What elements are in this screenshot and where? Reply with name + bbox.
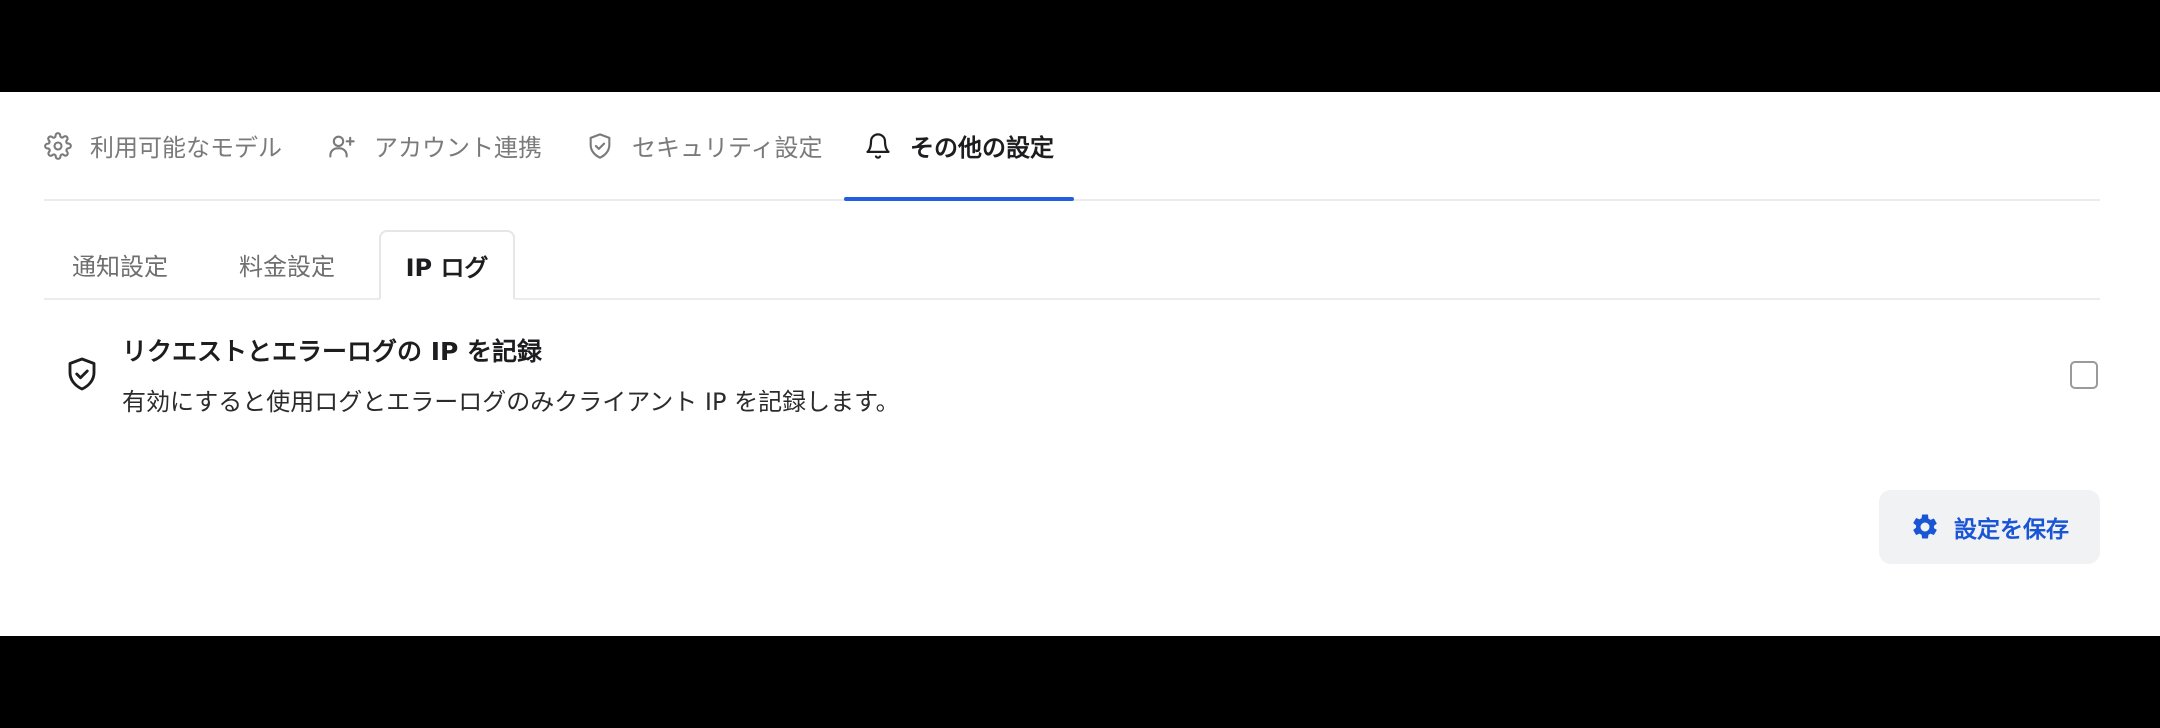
user-plus-icon [328, 132, 356, 160]
top-tab-bar: 利用可能なモデル アカウント連携 セキュリティ設定 その他の設定 [44, 92, 2100, 201]
save-settings-button[interactable]: 設定を保存 [1879, 490, 2100, 564]
save-button-label: 設定を保存 [1954, 517, 2069, 543]
subtab-pricing-settings[interactable]: 料金設定 [206, 230, 368, 298]
tab-label: アカウント連携 [374, 134, 542, 162]
ip-log-checkbox[interactable] [2070, 361, 2098, 389]
setting-description: 有効にすると使用ログとエラーログのみクライアント IP を記録します。 [122, 388, 900, 416]
subtab-label: 通知設定 [72, 252, 168, 281]
bell-icon [864, 132, 892, 160]
ip-log-setting-row: リクエストとエラーログの IP を記録 有効にすると使用ログとエラーログのみクラ… [60, 332, 2100, 422]
tab-security-settings[interactable]: セキュリティ設定 [586, 92, 823, 199]
shield-check-icon [586, 132, 614, 160]
letterbox-top [0, 0, 2160, 92]
tab-other-settings[interactable]: その他の設定 [844, 92, 1074, 201]
subtab-ip-log[interactable]: IP ログ [379, 230, 515, 300]
setting-title: リクエストとエラーログの IP を記録 [122, 337, 543, 366]
gear-icon [44, 131, 72, 160]
settings-panel: 利用可能なモデル アカウント連携 セキュリティ設定 その他の設定 通知設定 料金… [0, 92, 2160, 636]
letterbox-bottom [0, 636, 2160, 728]
tab-account-link[interactable]: アカウント連携 [328, 92, 542, 199]
shield-check-icon [64, 356, 100, 392]
active-tab-indicator [844, 197, 1074, 201]
subtab-label: IP ログ [405, 253, 489, 282]
sub-tab-bar: 通知設定 料金設定 IP ログ [44, 230, 2100, 300]
subtab-label: 料金設定 [239, 252, 335, 281]
tab-label: その他の設定 [910, 134, 1054, 162]
gear-icon [1910, 512, 1940, 542]
tab-available-models[interactable]: 利用可能なモデル [44, 92, 282, 199]
tab-label: セキュリティ設定 [632, 134, 823, 162]
tab-label: 利用可能なモデル [90, 134, 282, 162]
subtab-notification-settings[interactable]: 通知設定 [44, 230, 196, 298]
